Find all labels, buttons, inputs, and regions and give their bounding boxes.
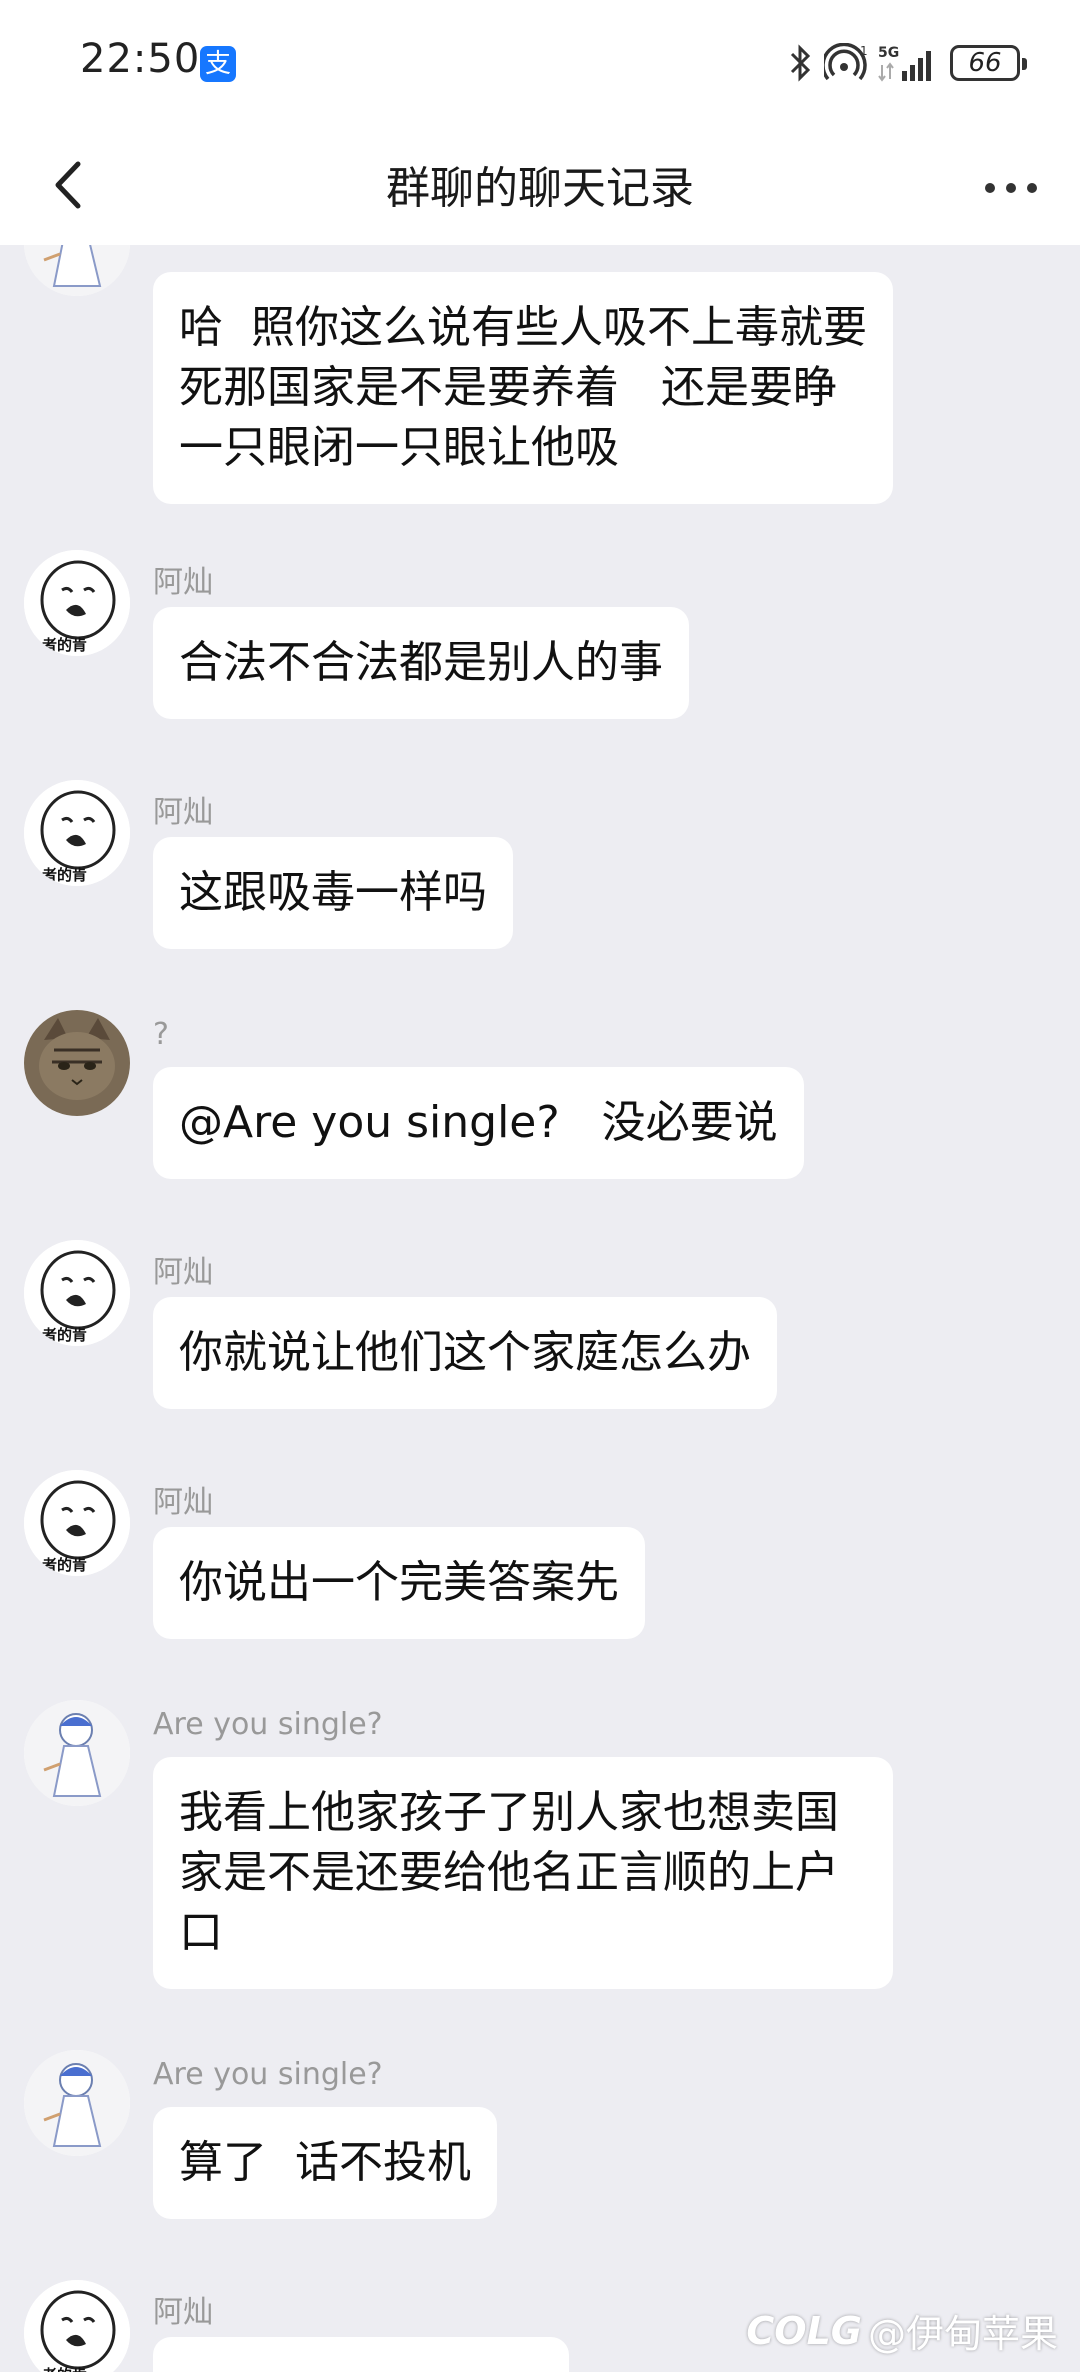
- message-bubble[interactable]: @Are you single? 没必要说: [153, 1067, 804, 1179]
- sender-name: 阿灿: [153, 795, 213, 830]
- watermark: COLG @伊甸苹果: [746, 2303, 1058, 2358]
- status-time: 22:50: [80, 36, 201, 82]
- avatar-caption: 者的肯: [42, 2366, 87, 2372]
- message-bubble[interactable]: 我看上他家孩子了别人家也想卖国家是不是还要给他名正言顺的上户口: [153, 1757, 893, 1989]
- sender-name: Are you single?: [153, 1707, 383, 1742]
- status-bar: 22:50 支 1 5G 66: [0, 0, 1080, 130]
- status-icons: 1 5G 66: [788, 40, 1027, 86]
- watermark-logo: COLG: [746, 2308, 862, 2353]
- message-bubble[interactable]: 你说出一个完美答案先: [153, 1527, 645, 1639]
- sender-name: Are you single?: [153, 2057, 383, 2092]
- avatar-caption: 者的肯: [42, 636, 87, 654]
- watermark-text: @伊甸苹果: [867, 2312, 1058, 2356]
- meme-face-avatar[interactable]: 者的肯: [24, 2280, 130, 2372]
- message-bubble[interactable]: 合法不合法都是别人的事: [153, 607, 689, 719]
- avatar-caption: 者的肯: [42, 866, 87, 884]
- message-bubble[interactable]: 你就说让他们这个家庭怎么办: [153, 1297, 777, 1409]
- nav-bar: 群聊的聊天记录: [0, 130, 1080, 245]
- anime-girl-avatar[interactable]: [24, 2050, 130, 2156]
- avatar-caption: 者的肯: [42, 1326, 87, 1344]
- cat-avatar[interactable]: [24, 1010, 130, 1116]
- meme-face-avatar[interactable]: 者的肯: [24, 1240, 130, 1346]
- battery-level: 66: [968, 48, 1002, 78]
- meme-face-avatar[interactable]: 者的肯: [24, 780, 130, 886]
- message-bubble[interactable]: 这跟吸毒一样吗: [153, 837, 513, 949]
- more-dots-icon[interactable]: [976, 160, 1046, 216]
- message-list[interactable]: 哈 照你这么说有些人吸不上毒就要死那国家是不是要养着 还是要睁一只眼闭一只眼让他…: [0, 245, 1080, 2372]
- message-bubble[interactable]: 算了 话不投机: [153, 2107, 497, 2219]
- bluetooth-icon: [788, 43, 814, 83]
- signal-5g-icon: 5G: [878, 43, 940, 83]
- hotspot-icon: 1: [824, 43, 868, 83]
- sender-name: 阿灿: [153, 565, 213, 600]
- meme-face-avatar[interactable]: 者的肯: [24, 550, 130, 656]
- message-bubble[interactable]: [153, 2337, 569, 2372]
- sender-name: 阿灿: [153, 1485, 213, 1520]
- svg-text:5G: 5G: [878, 45, 899, 61]
- sender-name: 阿灿: [153, 2295, 213, 2330]
- sender-name: ?: [153, 1017, 169, 1052]
- anime-girl-avatar[interactable]: [24, 245, 130, 296]
- avatar-caption: 者的肯: [42, 1556, 87, 1574]
- sender-name: 阿灿: [153, 1255, 213, 1290]
- alipay-icon: 支: [200, 46, 236, 82]
- svg-text:1: 1: [860, 44, 868, 58]
- message-bubble[interactable]: 哈 照你这么说有些人吸不上毒就要死那国家是不是要养着 还是要睁一只眼闭一只眼让他…: [153, 272, 893, 504]
- anime-girl-avatar[interactable]: [24, 1700, 130, 1806]
- battery-icon: 66: [950, 45, 1027, 81]
- meme-face-avatar[interactable]: 者的肯: [24, 1470, 130, 1576]
- page-title: 群聊的聊天记录: [386, 163, 694, 214]
